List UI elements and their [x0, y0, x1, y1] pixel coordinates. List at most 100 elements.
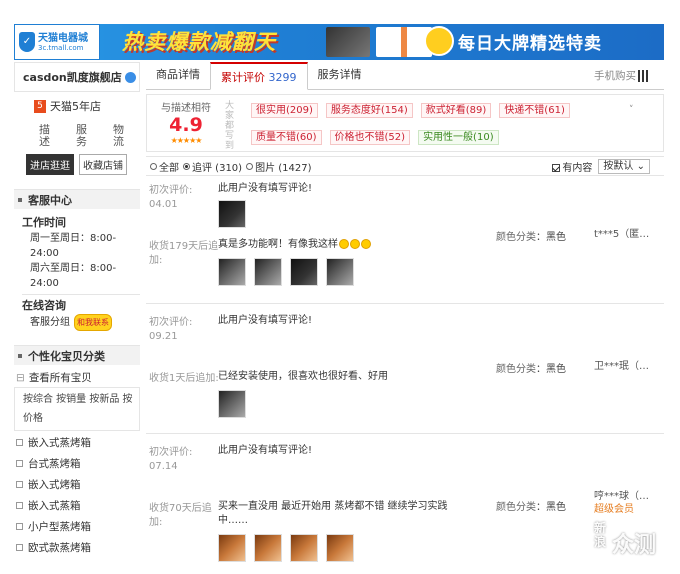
view-all-text: 查看所有宝贝	[28, 372, 92, 384]
review-photo[interactable]	[218, 534, 246, 562]
category-list: ⊟ 查看所有宝贝 按综合 按销量 按新品 按价格 嵌入式蒸烤箱 台式蒸烤箱 嵌入式…	[14, 369, 140, 559]
emoji-icon	[339, 239, 349, 249]
filter-append-label: 追评 (310)	[192, 162, 243, 174]
review-photo[interactable]	[218, 200, 246, 228]
radio-append[interactable]	[183, 162, 190, 170]
initial-label: 初次评价: 07.14	[149, 447, 193, 472]
initial-date: 04.01	[149, 199, 178, 210]
online-title: 在线咨询	[22, 299, 66, 312]
radio-pics[interactable]	[246, 162, 254, 170]
review-photo[interactable]	[218, 390, 246, 418]
sort-dropdown[interactable]: 按默认 ⌄	[598, 159, 650, 174]
category-item[interactable]: 欧式款蒸烤箱	[14, 538, 140, 559]
initial-label: 初次评价: 09.21	[149, 317, 193, 342]
shop-ratings: 描述 服务 物流	[14, 124, 140, 148]
initial-text: 此用户没有填写评论!	[218, 445, 313, 456]
spec-info: 颜色分类：黑色	[496, 232, 566, 243]
shop-name[interactable]: casdon凯度旗舰店	[14, 62, 140, 92]
review-panel: 商品详情 累计评价 3299 服务详情 手机购买 与描述相符 4.9 ★★★★★…	[146, 62, 664, 574]
category-item[interactable]: 台式蒸烤箱	[14, 454, 140, 475]
category-header: 个性化宝贝分类	[14, 345, 140, 365]
review-tag[interactable]: 款式好看(89)	[420, 103, 492, 118]
review-tag[interactable]: 质量不错(60)	[251, 130, 322, 145]
review-photo[interactable]	[254, 534, 282, 562]
review-tag[interactable]: 价格也不错(52)	[329, 130, 411, 145]
append-label: 收货1天后追加:	[149, 373, 219, 384]
reviewer-name: t***5（匿…	[594, 229, 650, 240]
chevron-down-icon[interactable]: ˅	[629, 95, 634, 151]
service-header: 客服中心	[14, 189, 140, 209]
view-all-link[interactable]: ⊟ 查看所有宝贝	[14, 369, 140, 387]
verified-icon	[124, 71, 136, 83]
plus-icon	[16, 439, 23, 446]
filter-all-label: 全部	[159, 162, 179, 174]
category-item[interactable]: 嵌入式烤箱	[14, 475, 140, 496]
append-text: 真是多功能啊！有像我这样	[218, 238, 488, 252]
initial-text: 此用户没有填写评论!	[218, 183, 313, 194]
enter-shop-button[interactable]: 进店逛逛	[26, 154, 74, 175]
review-photo[interactable]	[290, 258, 318, 286]
initial-date: 07.14	[149, 461, 178, 472]
score-label: 与描述相符	[161, 103, 211, 114]
promo-banner[interactable]: ✓ 天猫电器城 3c.tmall.com 热卖爆款减翻天 每日大牌精选特卖	[14, 24, 664, 60]
review-photo[interactable]	[290, 534, 318, 562]
service-header-text: 客服中心	[28, 193, 72, 207]
filter-pics-label: 图片 (1427)	[255, 162, 312, 174]
review-tag[interactable]: 实用性一般(10)	[418, 130, 499, 145]
plus-icon	[16, 481, 23, 488]
minus-icon: ⊟	[16, 372, 25, 384]
review-item: 初次评价: 04.01 此用户没有填写评论! 收货179天后追加: 真是多功能啊！…	[146, 176, 664, 304]
review-tag[interactable]: 服务态度好(154)	[325, 103, 413, 118]
mobile-buy-link[interactable]: 手机购买	[594, 68, 650, 83]
plus-icon	[16, 523, 23, 530]
tab-reviews[interactable]: 累计评价 3299	[210, 62, 308, 90]
favorite-shop-button[interactable]: 收藏店铺	[79, 154, 127, 175]
review-item: 初次评价: 09.21 此用户没有填写评论! 收货1天后追加: 已经安装使用，很喜…	[146, 304, 664, 434]
vip-badge: 超级会员	[594, 504, 634, 515]
checkbox-icon	[552, 164, 561, 172]
category-item[interactable]: 小户型蒸烤箱	[14, 517, 140, 538]
review-filter: 全部 追评 (310) 图片 (1427) 有内容 按默认 ⌄	[146, 156, 664, 176]
review-photo[interactable]	[254, 258, 282, 286]
logo-sub: 3c.tmall.com	[38, 43, 84, 52]
category-item[interactable]: 嵌入式蒸烤箱	[14, 433, 140, 454]
reviewer-name: 卫***珉（…	[594, 361, 649, 372]
shop-sidebar: casdon凯度旗舰店 5 天猫5年店 描述 服务 物流 进店逛逛 收藏店铺 客…	[14, 62, 140, 559]
banner-right-text: 每日大牌精选特卖	[458, 34, 602, 54]
review-item: 初次评价: 07.14 此用户没有填写评论! 收货70天后追加: 买来一直没用 最…	[146, 434, 664, 574]
logo-text: 天猫电器城	[38, 32, 88, 44]
append-label: 收货179天后追加:	[149, 241, 219, 266]
spec-info: 颜色分类：黑色	[496, 502, 566, 513]
append-label: 收货70天后追加:	[149, 503, 212, 528]
review-photo[interactable]	[326, 258, 354, 286]
service-group: 客服分组	[30, 317, 70, 328]
tab-product-detail[interactable]: 商品详情	[146, 61, 210, 89]
wangwang-contact-button[interactable]: 和我联系	[74, 314, 112, 331]
rating-summary: 与描述相符 4.9 ★★★★★ 大家都写到 很实用(209) 服务态度好(154…	[146, 94, 664, 152]
review-tag[interactable]: 快递不错(61)	[499, 103, 570, 118]
work-time-title: 工作时间	[22, 216, 66, 229]
category-header-text: 个性化宝贝分类	[28, 349, 105, 363]
has-content-checkbox[interactable]: 有内容	[552, 159, 592, 174]
tab-service-detail[interactable]: 服务详情	[308, 61, 372, 89]
chevron-down-icon: ⌄	[636, 161, 645, 172]
score-value: 4.9	[169, 114, 203, 136]
plus-icon	[16, 502, 23, 509]
star-rating-icon: ★★★★★	[170, 136, 203, 145]
tab-reviews-count: 3299	[268, 71, 297, 84]
review-photo[interactable]	[218, 258, 246, 286]
initial-label: 初次评价: 04.01	[149, 185, 193, 210]
review-photo[interactable]	[326, 534, 354, 562]
category-item[interactable]: 嵌入式蒸箱	[14, 496, 140, 517]
banner-slogan: 热卖爆款减翻天	[122, 30, 276, 54]
sort-options[interactable]: 按综合 按销量 按新品 按价格	[14, 387, 140, 431]
rating-desc: 描述	[39, 124, 50, 148]
plus-icon	[16, 544, 23, 551]
weekend-hours: 周六至周日：8:00-24:00	[30, 263, 117, 289]
rating-service: 服务	[76, 124, 87, 148]
bullet-icon	[18, 197, 22, 202]
tmall-logo: ✓ 天猫电器城 3c.tmall.com	[14, 24, 100, 60]
review-tag[interactable]: 很实用(209)	[251, 103, 318, 118]
radio-all[interactable]	[150, 162, 157, 170]
review-tags: 很实用(209) 服务态度好(154) 款式好看(89) 快递不错(61) 质量…	[251, 95, 627, 151]
